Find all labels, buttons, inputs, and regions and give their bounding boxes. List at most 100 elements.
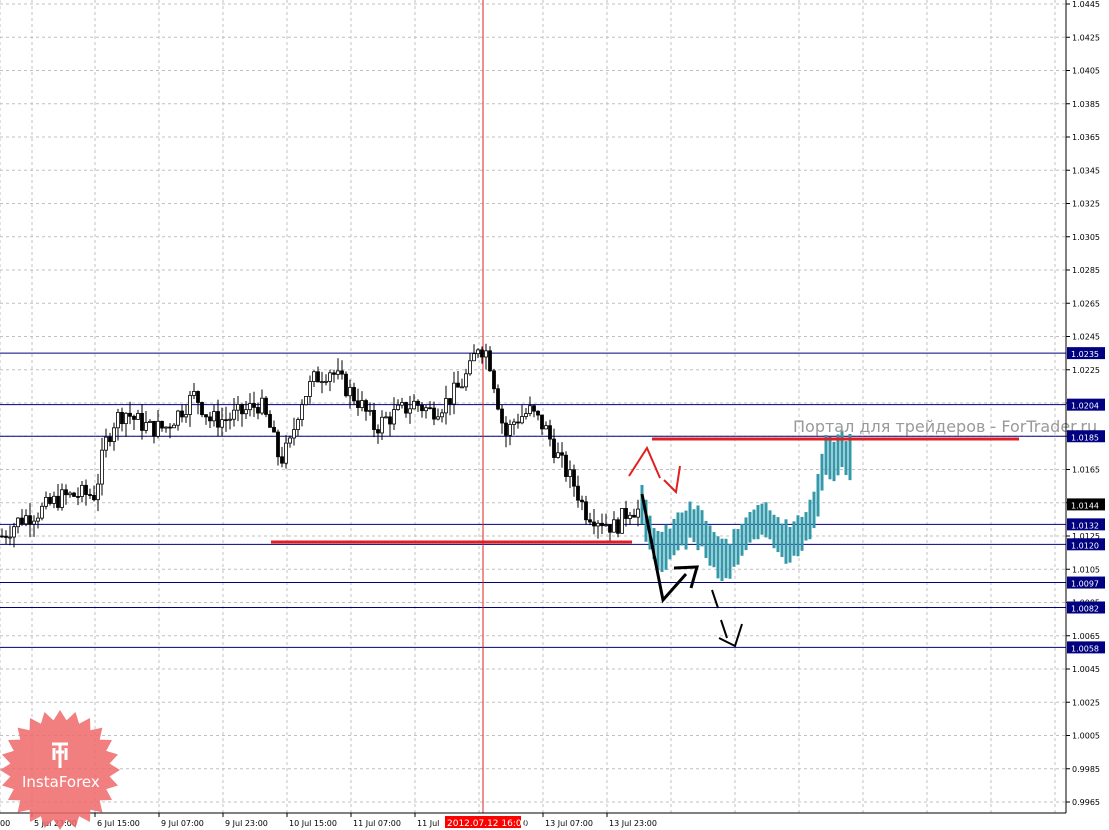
candle-body [140,412,144,431]
candle-body [624,508,628,519]
candle-body [248,403,252,411]
candle-body [192,391,196,396]
candle-body [464,373,468,388]
candle-body [324,380,328,383]
y-tick-label: 1.0405 [1072,67,1100,76]
candle-body [80,484,84,497]
candle-body [520,416,524,424]
candle-body [480,349,484,358]
candle-body [584,501,588,521]
candle-body [288,437,292,444]
candle-body [220,419,224,428]
candle-body [364,400,368,412]
candle-body [64,489,68,496]
candle-body [440,412,444,418]
level-tag-label: 1.0204 [1071,402,1099,411]
candle-body [372,410,376,430]
candle-body [176,410,180,426]
candle-body [604,524,608,527]
candle-body [552,438,556,458]
candle-body [616,519,620,534]
candle-body [264,397,268,415]
candle-body [12,526,16,538]
candle-body [588,519,592,523]
x-tick-label: 11 Jul 07:00 [353,819,401,828]
candle-body [608,524,612,533]
y-tick-label: 1.0005 [1072,732,1100,741]
candle-body [348,387,352,397]
candle-body [448,398,452,405]
candle-body [160,420,164,429]
candle-body [332,372,336,375]
candle-body [60,489,64,508]
candle-body [260,397,264,414]
candle-body [516,421,520,424]
candle-body [420,405,424,412]
candle-body [488,350,492,372]
candle-body [484,350,488,358]
candle-body [200,402,204,416]
candle-body [628,514,632,519]
candle-body [404,402,408,414]
y-tick-label: 0.9985 [1072,765,1100,774]
candle-body [592,521,596,527]
candle-body [408,408,412,414]
candle-body [144,422,148,431]
level-tag-label: 1.0058 [1071,644,1099,653]
y-tick-label: 1.0385 [1072,100,1100,109]
y-tick-label: 1.0165 [1072,466,1100,475]
candle-body [508,424,512,436]
candle-body [68,492,72,496]
y-tick-label: 1.0105 [1072,565,1100,574]
y-tick-label: 1.0365 [1072,133,1100,142]
candle-body [116,411,120,429]
candle-body [108,436,112,442]
candle-body [528,405,532,415]
candle-body [568,469,572,477]
y-tick-label: 1.0325 [1072,200,1100,209]
candle-body [256,407,260,414]
candle-body [444,398,448,414]
candle-body [460,386,464,389]
y-tick-label: 1.0305 [1072,233,1100,242]
price-chart[interactable]: Портал для трейдеров - ForTrader.ru 1.04… [0,0,1109,830]
cursor-time-label: 2012.07.12 16:00 [447,819,528,829]
level-tag-label: 1.0097 [1071,580,1099,589]
candle-body [128,412,132,417]
candle-body [308,381,312,397]
candle-body [424,407,428,412]
candle-body [236,404,240,411]
candle-body [612,519,616,533]
candle-body [228,418,232,421]
candle-body [284,442,288,464]
watermark-text: Портал для трейдеров - ForTrader.ru [793,417,1097,436]
candle-body [4,535,8,538]
candle-body [576,485,580,501]
x-tick-label: 10 Jul 15:00 [289,819,337,828]
candle-body [0,535,4,538]
level-tags: 1.0235 1.0204 1.0185 1.0132 1.0120 1.0097 1.00… [1067,347,1105,654]
candle-body [636,508,640,518]
candle-body [56,495,60,508]
candle-body [336,370,340,375]
candle-body [84,484,88,495]
logo-badge-icon [0,710,120,830]
candle-body [164,426,168,429]
candle-body [244,409,248,415]
y-tick-label: 1.0065 [1072,632,1100,641]
candle-body [224,419,228,422]
candle-body [312,371,316,382]
candle-body [468,360,472,375]
candle-body [416,400,420,406]
y-tick-label: 1.0265 [1072,299,1100,308]
x-tick-label: 13 Jul 23:00 [609,819,657,828]
logo-text: InstaForex [22,773,100,791]
candle-body [360,400,364,408]
candle-body [252,403,256,408]
candle-body [184,414,188,418]
candle-body [316,371,320,383]
candle-body [560,452,564,456]
x-axis-ticks: 5 Jul 23:00 6 Jul 15:00 9 Jul 07:00 9 Jul 2… [0,813,657,828]
candle-body [152,420,156,437]
candle-body [168,426,172,429]
